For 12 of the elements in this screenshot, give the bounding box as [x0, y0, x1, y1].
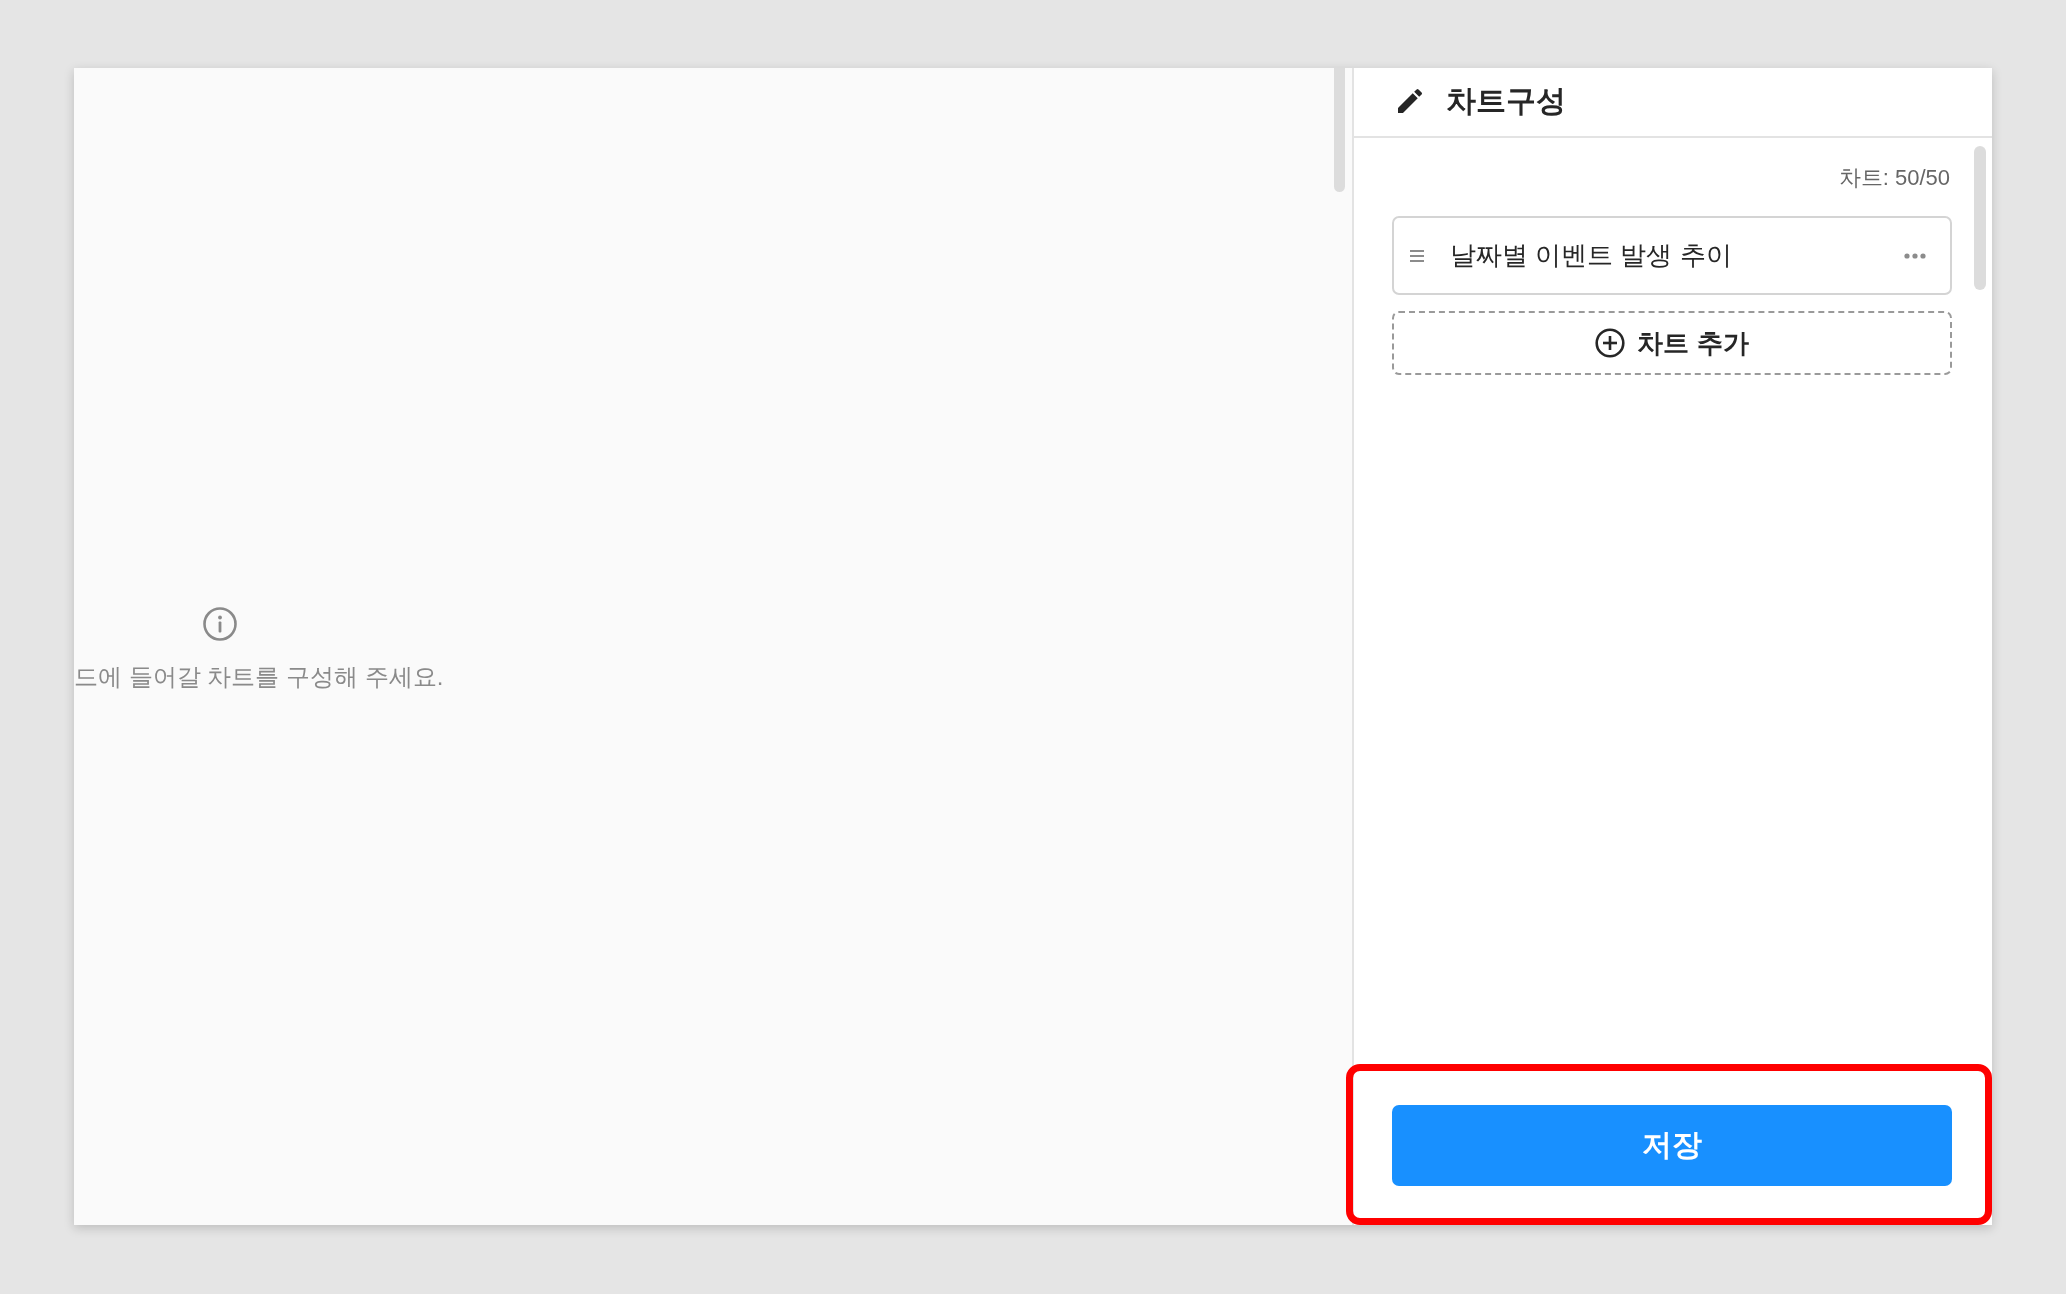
grip-lines-icon[interactable] — [1410, 248, 1424, 263]
scrollbar-thumb[interactable] — [1334, 68, 1345, 192]
more-icon[interactable] — [1904, 252, 1926, 259]
add-chart-button[interactable]: 차트 추가 — [1392, 311, 1952, 375]
chart-list-item[interactable]: 날짜별 이벤트 발생 추이 — [1392, 216, 1952, 295]
info-icon — [203, 607, 237, 641]
chart-count: 차트: 50/50 — [1838, 166, 1950, 188]
panel-title: 차트구성 — [1446, 82, 1566, 119]
empty-message: 드에 들어갈 차트를 구성해 주세요. — [74, 663, 444, 692]
scrollbar-thumb[interactable] — [1974, 146, 1986, 290]
chart-title: 날짜별 이벤트 발생 추이 — [1450, 239, 1733, 272]
plus-circle-icon — [1595, 328, 1626, 358]
